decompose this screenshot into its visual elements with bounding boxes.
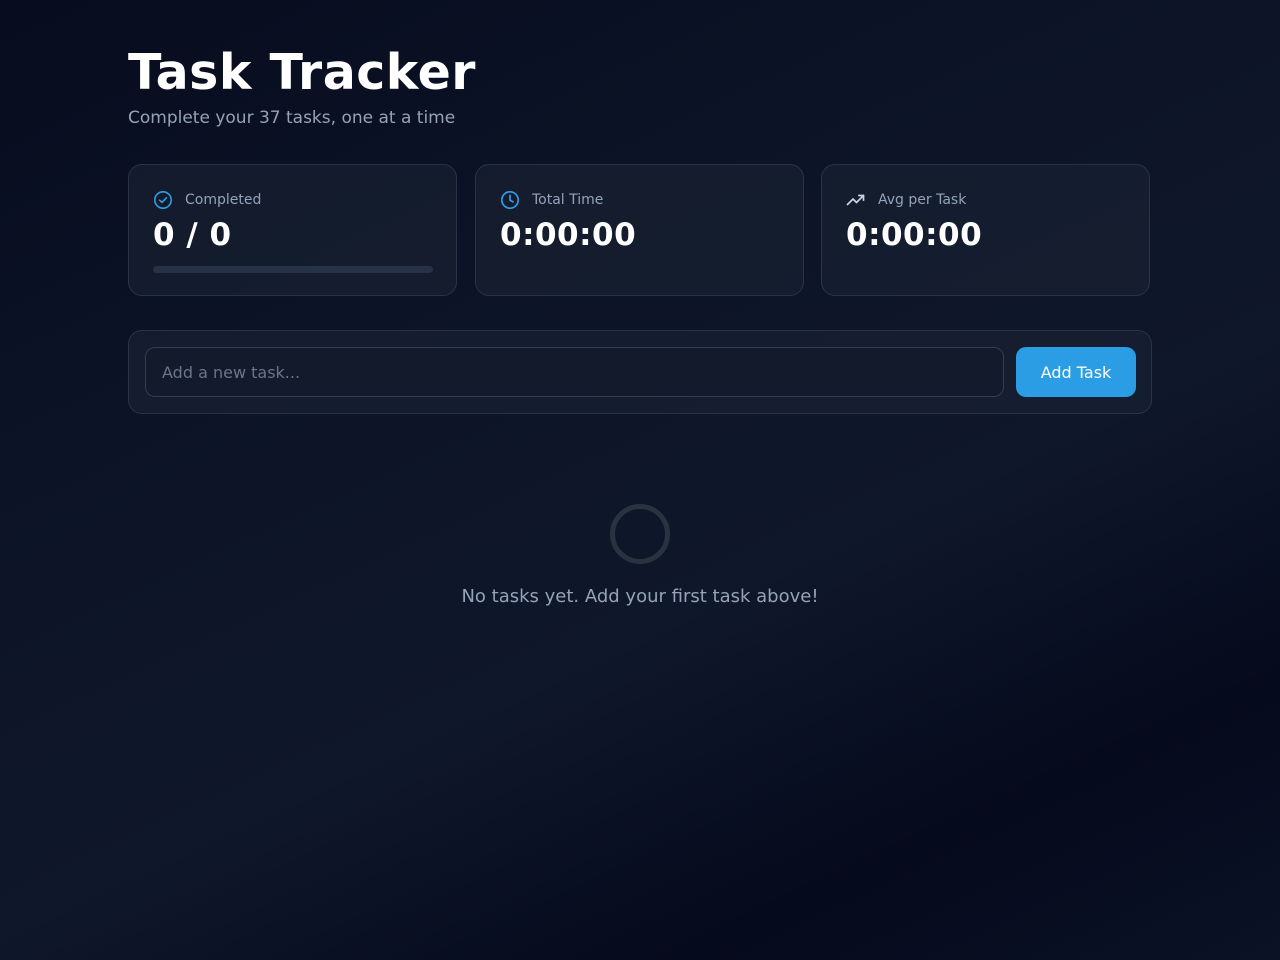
clock-icon [500, 190, 520, 210]
stat-label-total-time: Total Time [532, 192, 604, 208]
stat-card-completed: Completed 0 / 0 [128, 164, 457, 296]
stat-card-total-time: Total Time 0:00:00 [475, 164, 804, 296]
add-task-button[interactable]: Add Task [1016, 347, 1136, 397]
stats-row: Completed 0 / 0 Total Time 0:00:00 Avg p… [128, 164, 1152, 298]
stat-card-avg-per-task: Avg per Task 0:00:00 [821, 164, 1150, 296]
completion-progress-bar [153, 266, 433, 273]
page-subtitle: Complete your 37 tasks, one at a time [128, 108, 456, 128]
stat-value-total-time: 0:00:00 [500, 217, 637, 253]
add-task-panel: Add Task [128, 330, 1152, 414]
stat-label-completed: Completed [185, 192, 262, 208]
empty-ring-icon [610, 504, 670, 564]
check-circle-icon [153, 190, 173, 210]
stat-header-total-time: Total Time [500, 190, 603, 210]
stat-label-avg-per-task: Avg per Task [878, 192, 967, 208]
trending-up-icon [846, 190, 866, 210]
page-title: Task Tracker [128, 44, 476, 101]
empty-state-message: No tasks yet. Add your first task above! [461, 586, 819, 607]
empty-state: No tasks yet. Add your first task above! [128, 504, 1152, 607]
stat-header-avg-per-task: Avg per Task [846, 190, 966, 210]
new-task-input[interactable] [145, 347, 1004, 397]
stat-value-avg-per-task: 0:00:00 [846, 217, 983, 253]
stat-value-completed: 0 / 0 [153, 217, 232, 253]
stat-header-completed: Completed [153, 190, 261, 210]
